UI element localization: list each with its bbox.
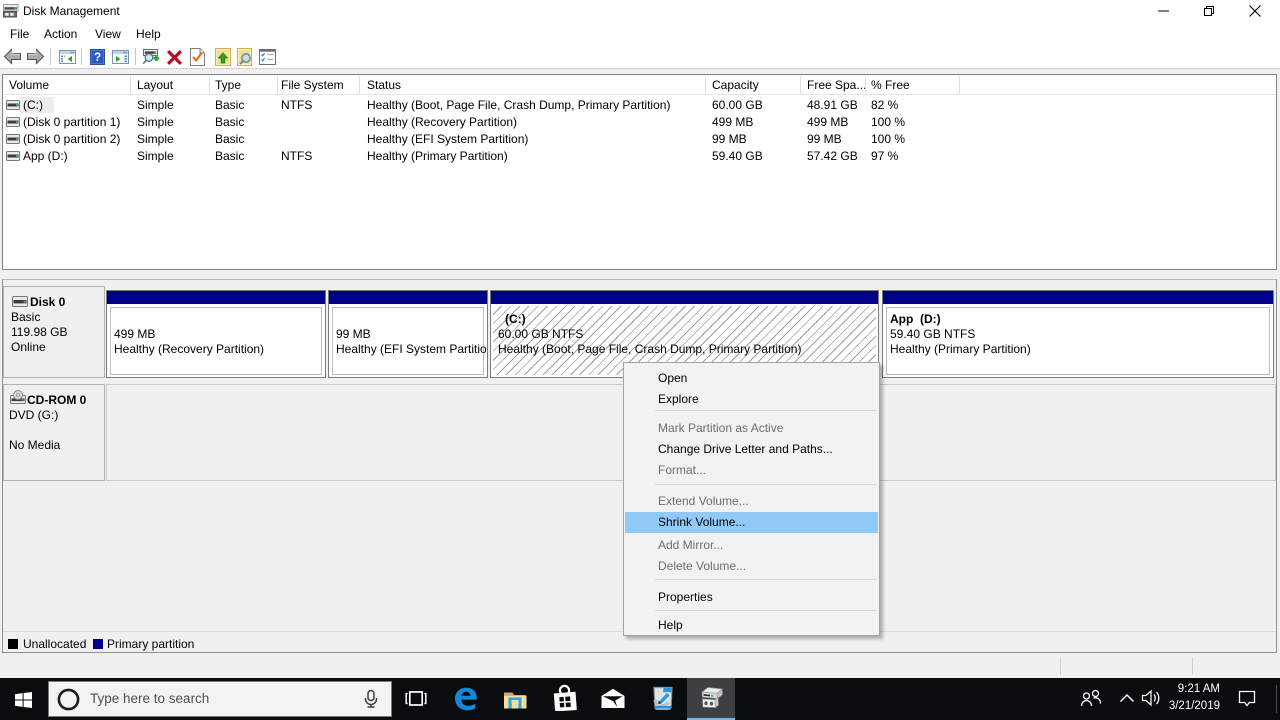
svg-text:?: ? <box>94 50 101 64</box>
